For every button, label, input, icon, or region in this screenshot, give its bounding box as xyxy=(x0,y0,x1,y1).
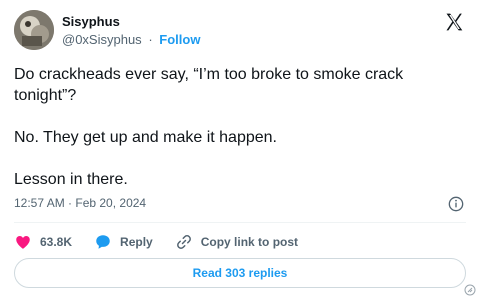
info-icon[interactable] xyxy=(448,196,464,212)
link-icon xyxy=(176,235,191,249)
reply-label: Reply xyxy=(120,235,153,249)
follow-link[interactable]: Follow xyxy=(159,32,200,47)
avatar-image xyxy=(14,10,54,50)
meta-separator: · xyxy=(148,32,153,47)
author-handle[interactable]: @0xSisyphus xyxy=(62,32,142,47)
divider xyxy=(14,222,466,223)
heart-icon xyxy=(16,236,30,249)
author-meta-row: @0xSisyphus · Follow xyxy=(62,32,200,47)
tweet-actions: 63.8K Reply Copy link to post xyxy=(14,231,320,253)
read-replies-button[interactable]: Read 303 replies xyxy=(14,258,466,288)
copy-link-button[interactable]: Copy link to post xyxy=(175,233,298,251)
author-name[interactable]: Sisyphus xyxy=(62,14,120,29)
like-count: 63.8K xyxy=(40,235,73,249)
tweet-embed-card: Sisyphus @0xSisyphus · Follow Do crackhe… xyxy=(0,0,480,300)
tweet-text: Do crackheads ever say, “I’m too broke t… xyxy=(14,64,464,190)
copy-link-label: Copy link to post xyxy=(200,235,299,249)
speech-bubble-icon xyxy=(96,235,110,249)
tweet-paragraph: No. They get up and make it happen. xyxy=(14,129,277,146)
tweet-timestamp[interactable]: 12:57 AM · Feb 20, 2024 xyxy=(14,196,146,210)
reply-button[interactable]: Reply xyxy=(94,233,153,251)
avatar[interactable] xyxy=(14,10,54,50)
tweet-paragraph: Do crackheads ever say, “I’m too broke t… xyxy=(14,66,404,104)
resize-handle-icon xyxy=(464,284,476,296)
like-button[interactable]: 63.8K xyxy=(14,233,72,251)
tweet-paragraph: Lesson in there. xyxy=(14,171,128,188)
x-logo-icon[interactable] xyxy=(444,12,464,32)
